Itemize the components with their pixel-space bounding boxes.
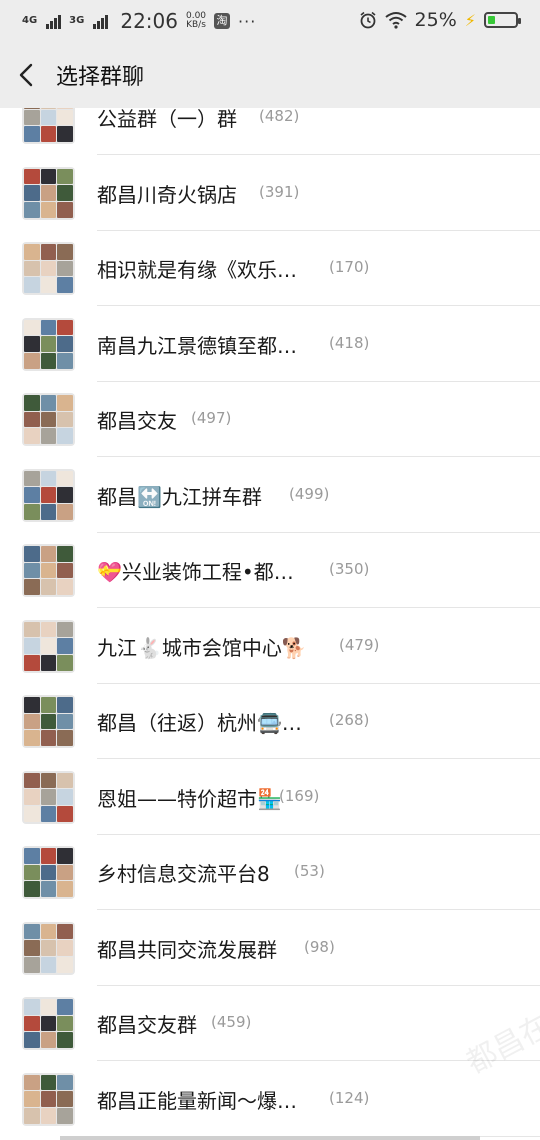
group-name: 都昌🔛九江拼车群 <box>97 484 262 509</box>
group-avatar <box>22 544 75 597</box>
clock-time: 22:06 <box>120 9 178 33</box>
speed-unit: KB/s <box>186 20 206 30</box>
group-name: 都昌交友群 <box>97 1013 197 1037</box>
group-avatar <box>22 317 75 371</box>
group-name: 九江🐇城市会馆中心🐕 <box>97 635 307 660</box>
network-speed: 0.00 KB/s <box>186 12 206 30</box>
member-count: (418) <box>329 333 370 352</box>
list-item[interactable]: 都昌共同交流发展群 (98) <box>0 911 540 986</box>
battery-fill <box>488 16 495 24</box>
member-count: (53) <box>294 862 325 880</box>
battery-percent: 25% <box>414 9 457 31</box>
group-avatar <box>22 166 75 220</box>
network-3g-label: 3G <box>69 15 85 26</box>
member-count: (350) <box>329 560 370 578</box>
member-count: (268) <box>329 711 370 729</box>
page-title: 选择群聊 <box>56 65 145 90</box>
member-count: (170) <box>329 258 370 276</box>
more-notifications-icon: ··· <box>238 11 257 31</box>
member-count: (479) <box>339 635 380 654</box>
member-count: (482) <box>259 108 300 125</box>
member-count: (169) <box>279 786 320 805</box>
group-avatar <box>22 695 75 748</box>
network-4g-label: 4G <box>22 15 38 26</box>
group-name: 公益群（一）群 <box>97 108 237 131</box>
group-avatar <box>22 921 75 975</box>
group-name: 南昌九江景德镇至都… <box>97 333 297 358</box>
list-item[interactable]: 南昌九江景德镇至都… (418) <box>0 307 540 382</box>
group-list[interactable]: 公益群（一）群 (482) 都昌川奇火锅店 (391) 相识就是有缘《欢乐… (170) 南… <box>0 108 540 1140</box>
group-avatar <box>22 393 75 446</box>
list-item[interactable]: 都昌🔛九江拼车群 (499) <box>0 458 540 533</box>
group-avatar <box>22 108 75 144</box>
list-item[interactable]: 九江🐇城市会馆中心🐕 (479) <box>0 609 540 684</box>
member-count: (124) <box>329 1088 370 1107</box>
list-item[interactable]: 相识就是有缘《欢乐… (170) <box>0 231 540 306</box>
list-item[interactable]: 都昌川奇火锅店 (391) <box>0 156 540 231</box>
member-count: (98) <box>304 937 335 956</box>
status-left: 4G 3G 22:06 0.00 KB/s 淘 ··· <box>22 9 256 33</box>
status-bar: 4G 3G 22:06 0.00 KB/s 淘 ··· 25% ⚡ <box>0 0 540 42</box>
group-avatar <box>22 468 75 522</box>
group-avatar <box>22 1072 75 1126</box>
member-count: (459) <box>211 1013 252 1031</box>
list-item[interactable]: 都昌交友 (497) <box>0 382 540 457</box>
list-item[interactable]: 乡村信息交流平台8 (53) <box>0 835 540 910</box>
nav-bar: 选择群聊 <box>0 42 540 108</box>
list-item[interactable]: 都昌正能量新闻～爆… (124) <box>0 1062 540 1137</box>
group-name: 都昌（往返）杭州🚍… <box>97 711 302 735</box>
group-avatar <box>22 997 75 1050</box>
group-name: 💝兴业装饰工程•都… <box>97 560 294 584</box>
member-count: (391) <box>259 182 300 201</box>
list-item[interactable]: 都昌（往返）杭州🚍… (268) <box>0 684 540 759</box>
scroll-indicator <box>60 1136 480 1140</box>
group-name: 相识就是有缘《欢乐… <box>97 258 297 282</box>
group-name: 都昌川奇火锅店 <box>97 182 237 207</box>
group-avatar <box>22 619 75 673</box>
group-avatar <box>22 242 75 295</box>
signal-icon <box>46 13 62 29</box>
group-avatar <box>22 770 75 824</box>
charging-bolt-icon: ⚡ <box>464 10 476 30</box>
list-item[interactable]: 💝兴业装饰工程•都… (350) <box>0 533 540 608</box>
taobao-icon: 淘 <box>214 13 231 29</box>
group-name: 恩姐——特价超市🏪 <box>97 786 282 811</box>
alarm-icon <box>360 11 376 29</box>
group-name: 都昌共同交流发展群 <box>97 937 277 962</box>
group-name: 都昌正能量新闻～爆… <box>97 1088 297 1113</box>
group-name: 都昌交友 <box>97 409 177 433</box>
list-item[interactable]: 公益群（一）群 (482) <box>0 108 540 155</box>
group-avatar <box>22 846 75 899</box>
list-item[interactable]: 恩姐——特价超市🏪 (169) <box>0 760 540 835</box>
list-item[interactable]: 都昌交友群 (459) <box>0 986 540 1061</box>
battery-icon <box>484 12 521 28</box>
group-name: 乡村信息交流平台8 <box>97 862 270 886</box>
status-right: 25% ⚡ <box>359 9 521 31</box>
member-count: (499) <box>289 484 330 503</box>
wifi-icon <box>384 12 407 29</box>
chevron-left-icon[interactable] <box>14 60 42 90</box>
member-count: (497) <box>191 409 232 427</box>
signal-icon <box>93 13 109 29</box>
